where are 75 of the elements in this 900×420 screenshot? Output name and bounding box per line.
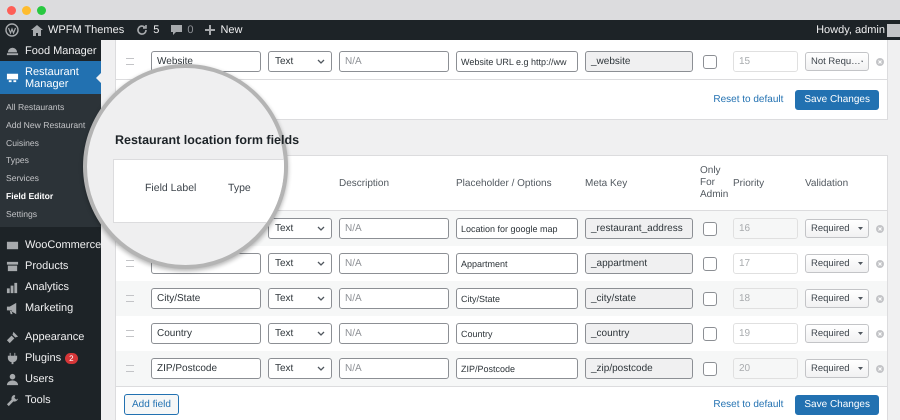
validation-select[interactable]: Required: [805, 324, 869, 343]
menu-item[interactable]: Food Manager: [0, 40, 100, 61]
menu-item[interactable]: Analytics: [0, 276, 72, 298]
comments-count[interactable]: 0: [187, 24, 194, 36]
meta-key-field: _city/state: [585, 288, 693, 309]
menu-item[interactable]: WooCommerce: [0, 234, 101, 256]
menu-item[interactable]: Restaurant Manager: [0, 61, 101, 94]
section-title: Restaurant location form fields: [115, 132, 300, 148]
submenu-item[interactable]: All Restaurants: [0, 99, 66, 117]
description-field[interactable]: N/A: [339, 288, 449, 309]
menu-item[interactable]: Products: [0, 256, 72, 277]
description-field[interactable]: N/A: [339, 253, 449, 274]
priority-field: 16: [733, 218, 798, 239]
meta-key-field: _website: [585, 51, 693, 72]
column-header: Placeholder / Options: [456, 178, 553, 188]
meta-key-field: _country: [585, 323, 693, 344]
submenu-item[interactable]: Settings: [0, 206, 40, 224]
options-field[interactable]: Location for google map: [456, 218, 578, 239]
submenu-item[interactable]: Cuisines: [0, 134, 41, 152]
updates-count[interactable]: 5: [153, 24, 160, 36]
priority-field: 19: [733, 323, 798, 344]
greeting-link[interactable]: Howdy, admin: [816, 24, 885, 36]
submenu-item[interactable]: Field Editor: [0, 188, 56, 206]
add-field-button[interactable]: Add field: [124, 394, 179, 415]
menu-item[interactable]: Plugins 2: [0, 348, 81, 369]
description-field[interactable]: N/A: [339, 323, 449, 344]
save-button[interactable]: Save Changes: [795, 394, 879, 414]
options-field[interactable]: Website URL e.g http://ww: [456, 51, 578, 72]
options-field[interactable]: City/State: [456, 288, 578, 309]
type-select[interactable]: Text: [268, 288, 332, 309]
description-field[interactable]: N/A: [339, 51, 449, 72]
submenu-item[interactable]: Services: [0, 170, 41, 188]
menu-item[interactable]: Users: [0, 368, 57, 390]
column-header: Type: [228, 182, 251, 194]
type-select[interactable]: Text: [268, 323, 332, 344]
submenu-item[interactable]: Add New Restaurant: [0, 116, 88, 135]
site-name-link[interactable]: WPFM Themes: [48, 24, 124, 36]
column-header: Priority: [733, 178, 766, 188]
validation-select[interactable]: Required: [805, 289, 869, 308]
menu-item[interactable]: Appearance: [0, 326, 88, 348]
submenu-item[interactable]: Types: [0, 152, 31, 170]
description-field[interactable]: N/A: [339, 218, 449, 239]
label-field[interactable]: Country: [151, 323, 261, 344]
reset-link[interactable]: Reset to default: [713, 399, 784, 410]
column-header: Only For Admin: [700, 165, 728, 201]
options-field[interactable]: Country: [456, 323, 578, 344]
label-field[interactable]: City/State: [151, 288, 261, 309]
reset-link[interactable]: Reset to default: [713, 94, 784, 105]
menu-item[interactable]: Marketing: [0, 298, 76, 319]
validation-select[interactable]: Not Requ…: [805, 52, 869, 71]
description-field[interactable]: N/A: [339, 358, 449, 379]
priority-field: 20: [733, 358, 798, 379]
column-header: Meta Key: [585, 178, 628, 188]
column-header: Description: [339, 178, 390, 188]
priority-field: 15: [733, 51, 798, 72]
validation-select[interactable]: Required: [805, 359, 869, 378]
label-field[interactable]: ZIP/Postcode: [151, 358, 261, 379]
save-button[interactable]: Save Changes: [795, 90, 879, 110]
type-select[interactable]: Text: [268, 358, 332, 379]
meta-key-field: _restaurant_address: [585, 218, 693, 239]
column-header: Field Label: [145, 182, 196, 194]
validation-select[interactable]: Required: [805, 219, 869, 238]
column-header: Validation: [805, 178, 850, 188]
type-select[interactable]: Text: [268, 218, 332, 239]
count-badge: 2: [65, 352, 78, 364]
priority-field: 17: [733, 253, 798, 274]
new-link[interactable]: New: [220, 24, 242, 36]
validation-select[interactable]: Required: [805, 254, 869, 273]
options-field[interactable]: ZIP/Postcode: [456, 358, 578, 379]
meta-key-field: _appartment: [585, 253, 693, 274]
meta-key-field: _zip/postcode: [585, 358, 693, 379]
type-select[interactable]: Text: [268, 51, 332, 72]
menu-item[interactable]: Tools: [0, 390, 54, 411]
priority-field: 18: [733, 288, 798, 309]
options-field[interactable]: Appartment: [456, 253, 578, 274]
